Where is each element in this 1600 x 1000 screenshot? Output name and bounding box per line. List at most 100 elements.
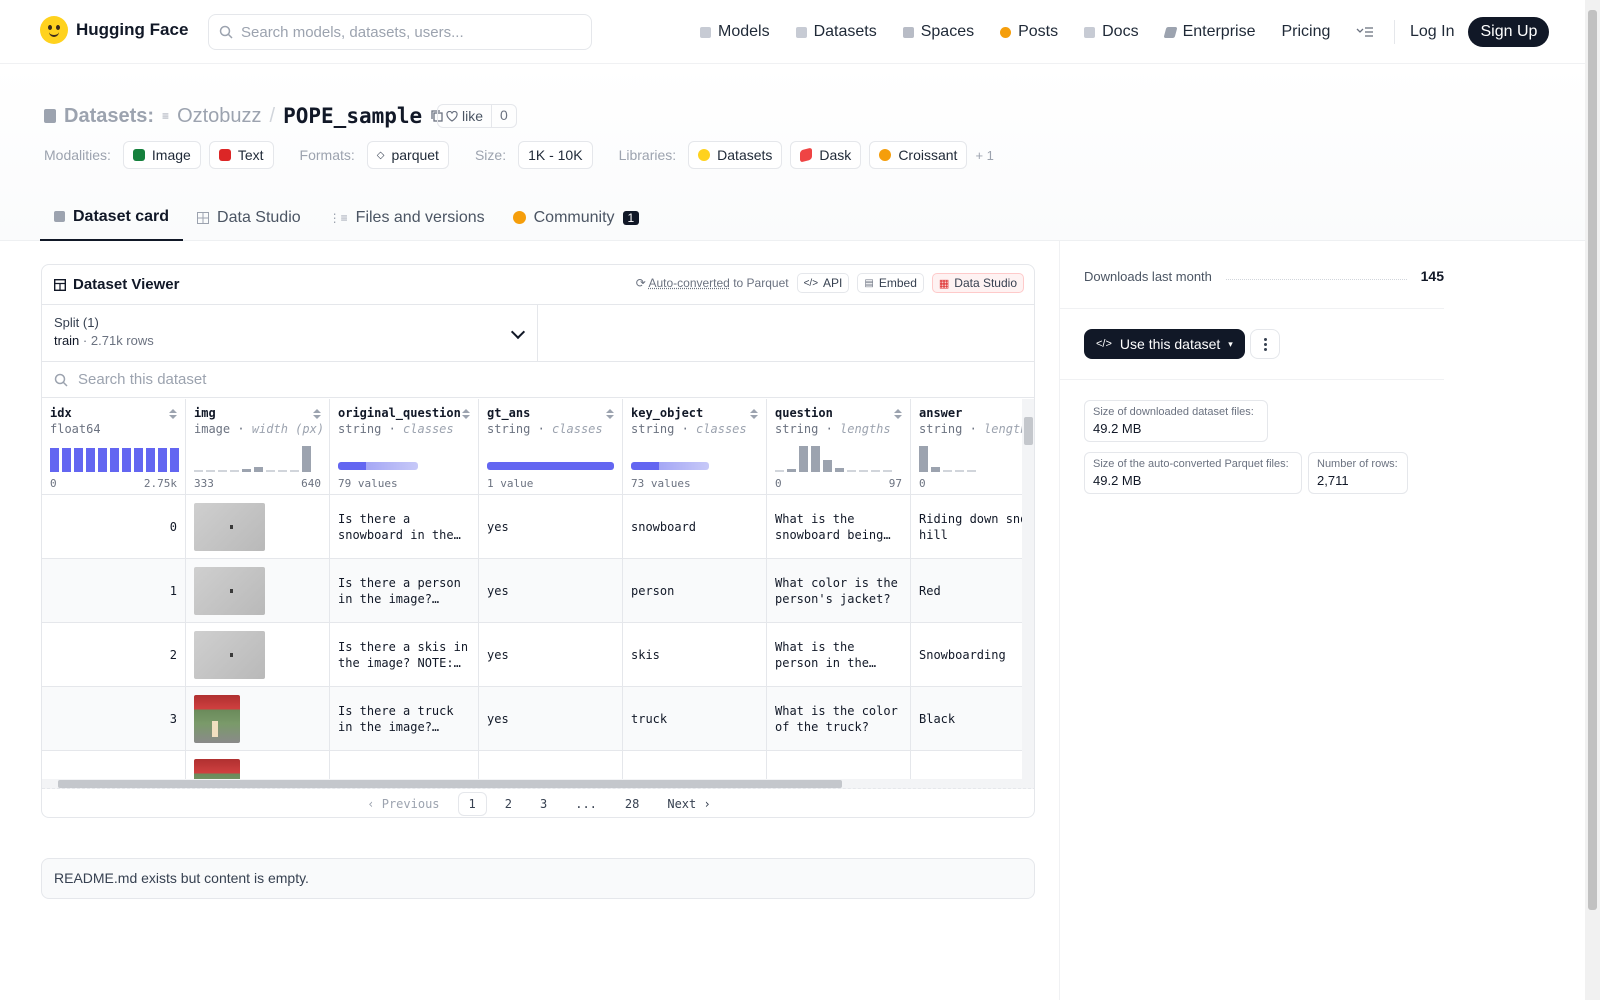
- table-cell[interactable]: What is the person in the image doing?: [767, 623, 910, 687]
- nav-posts[interactable]: Posts: [1000, 23, 1058, 41]
- tab-files-and-versions[interactable]: ⋮≡ Files and versions: [315, 194, 499, 241]
- embed-button[interactable]: ▤ Embed: [857, 273, 924, 293]
- image-thumbnail[interactable]: [194, 630, 265, 679]
- repo-name[interactable]: POPE_sample: [283, 104, 422, 128]
- column-header[interactable]: gt_ans string · classes 1 value: [479, 399, 622, 495]
- table-cell[interactable]: yes: [479, 559, 622, 623]
- nav-docs[interactable]: Docs: [1084, 23, 1139, 41]
- table-cell[interactable]: Red: [911, 559, 1022, 623]
- table-cell[interactable]: [911, 751, 1022, 779]
- table-cell[interactable]: [479, 751, 622, 779]
- column-header[interactable]: answer string · lengths 0: [911, 399, 1022, 495]
- api-button[interactable]: </> API: [796, 273, 850, 293]
- nav-enterprise[interactable]: Enterprise: [1163, 23, 1255, 41]
- table-cell[interactable]: Is there a truck in the image? NOTE: ...: [330, 687, 478, 751]
- next-page-button[interactable]: Next ›: [657, 793, 720, 815]
- nav-more-menu[interactable]: [1356, 26, 1374, 38]
- global-search[interactable]: [208, 14, 592, 50]
- sort-icon[interactable]: [462, 409, 470, 419]
- nav-pricing[interactable]: Pricing: [1281, 23, 1330, 41]
- image-thumbnail[interactable]: [194, 566, 265, 615]
- signup-button[interactable]: Sign Up: [1468, 17, 1550, 47]
- size-tag[interactable]: 1K - 10K: [518, 141, 593, 169]
- table-cell[interactable]: 2: [42, 623, 185, 687]
- login-link[interactable]: Log In: [1410, 23, 1454, 41]
- nav-spaces[interactable]: Spaces: [902, 23, 974, 41]
- table-cell[interactable]: [42, 751, 185, 779]
- table-cell[interactable]: [330, 751, 478, 779]
- table-cell[interactable]: Snowboarding: [911, 623, 1022, 687]
- nav-models[interactable]: Models: [700, 23, 770, 41]
- table-cell[interactable]: [186, 495, 329, 559]
- split-selector[interactable]: Split (1) train · 2.71k rows: [42, 305, 538, 361]
- table-cell[interactable]: person: [623, 559, 766, 623]
- scrollbar-thumb[interactable]: [1588, 10, 1597, 910]
- brand-logo[interactable]: Hugging Face: [40, 16, 188, 44]
- datasets-label[interactable]: Datasets:: [64, 105, 154, 128]
- sort-icon[interactable]: [169, 409, 177, 419]
- column-header[interactable]: key_object string · classes 73 values: [623, 399, 766, 495]
- tab-community[interactable]: Community 1: [499, 194, 654, 241]
- like-button[interactable]: like 0: [437, 104, 517, 128]
- tab-dataset-card[interactable]: Dataset card: [40, 194, 184, 241]
- table-cell[interactable]: skis: [623, 623, 766, 687]
- library-tag-datasets[interactable]: Datasets: [688, 141, 783, 169]
- table-cell[interactable]: 0: [42, 495, 185, 559]
- column-header[interactable]: img image · width (px) 333 640: [186, 399, 329, 495]
- sort-icon[interactable]: [750, 409, 758, 419]
- dataset-search-input[interactable]: [78, 371, 478, 388]
- page-button[interactable]: 28: [615, 793, 649, 815]
- table-cell[interactable]: What is the color of the truck?: [767, 687, 910, 751]
- table-cell[interactable]: [186, 687, 329, 751]
- library-tag-croissant[interactable]: Croissant: [869, 141, 968, 169]
- table-cell[interactable]: Riding down snowy hill: [911, 495, 1022, 559]
- table-cell[interactable]: Is there a person in the image? NOTE: ..…: [330, 559, 478, 623]
- modality-tag-image[interactable]: Image: [122, 141, 201, 169]
- use-this-dataset-button[interactable]: </> Use this dataset ▾: [1084, 329, 1245, 359]
- page-button[interactable]: 2: [495, 793, 522, 815]
- more-options-button[interactable]: [1250, 329, 1280, 359]
- table-cell[interactable]: yes: [479, 495, 622, 559]
- tab-data-studio[interactable]: Data Studio: [183, 194, 315, 241]
- global-search-input[interactable]: [241, 23, 571, 41]
- image-thumbnail[interactable]: [194, 502, 265, 551]
- horizontal-scrollbar[interactable]: [42, 779, 1034, 789]
- table-cell[interactable]: [623, 751, 766, 779]
- previous-page-button[interactable]: ‹ Previous: [357, 793, 449, 815]
- nav-datasets[interactable]: Datasets: [795, 23, 877, 41]
- sort-icon[interactable]: [313, 409, 321, 419]
- format-tag-parquet[interactable]: ◇ parquet: [366, 141, 449, 169]
- column-header[interactable]: question string · lengths 0 97: [767, 399, 910, 495]
- table-cell[interactable]: What is the snowboard being used for?: [767, 495, 910, 559]
- table-cell[interactable]: What color is the person's jacket?: [767, 559, 910, 623]
- auto-converted-note[interactable]: ⟳ Auto-converted to Parquet: [636, 276, 789, 290]
- vertical-scrollbar[interactable]: [1022, 399, 1034, 779]
- libraries-more[interactable]: + 1: [975, 148, 993, 163]
- table-cell[interactable]: [186, 559, 329, 623]
- table-cell[interactable]: yes: [479, 687, 622, 751]
- table-cell[interactable]: Is there a skis in the image? NOTE: ...: [330, 623, 478, 687]
- table-cell[interactable]: Is there a snowboard in the image? NOTE:…: [330, 495, 478, 559]
- table-cell[interactable]: truck: [623, 687, 766, 751]
- page-button[interactable]: 1: [457, 792, 487, 816]
- table-cell[interactable]: 3: [42, 687, 185, 751]
- table-cell[interactable]: yes: [479, 623, 622, 687]
- modality-tag-text[interactable]: Text: [208, 141, 274, 169]
- sort-icon[interactable]: [894, 409, 902, 419]
- table-cell[interactable]: snowboard: [623, 495, 766, 559]
- page-scrollbar[interactable]: [1585, 0, 1600, 1000]
- column-header[interactable]: idx float64 0 2.75k: [42, 399, 185, 495]
- scrollbar-thumb[interactable]: [58, 780, 842, 788]
- table-cell[interactable]: 1: [42, 559, 185, 623]
- column-header[interactable]: original_question string · classes 79 va…: [330, 399, 478, 495]
- library-tag-dask[interactable]: Dask: [790, 141, 862, 169]
- table-cell[interactable]: [186, 623, 329, 687]
- data-studio-button[interactable]: ▦ Data Studio: [931, 273, 1024, 293]
- image-thumbnail[interactable]: [194, 694, 240, 743]
- page-button[interactable]: 3: [530, 793, 557, 815]
- table-cell[interactable]: Black: [911, 687, 1022, 751]
- sort-icon[interactable]: [606, 409, 614, 419]
- scrollbar-thumb[interactable]: [1024, 417, 1033, 445]
- dataset-search[interactable]: [42, 362, 1034, 398]
- table-cell[interactable]: [767, 751, 910, 779]
